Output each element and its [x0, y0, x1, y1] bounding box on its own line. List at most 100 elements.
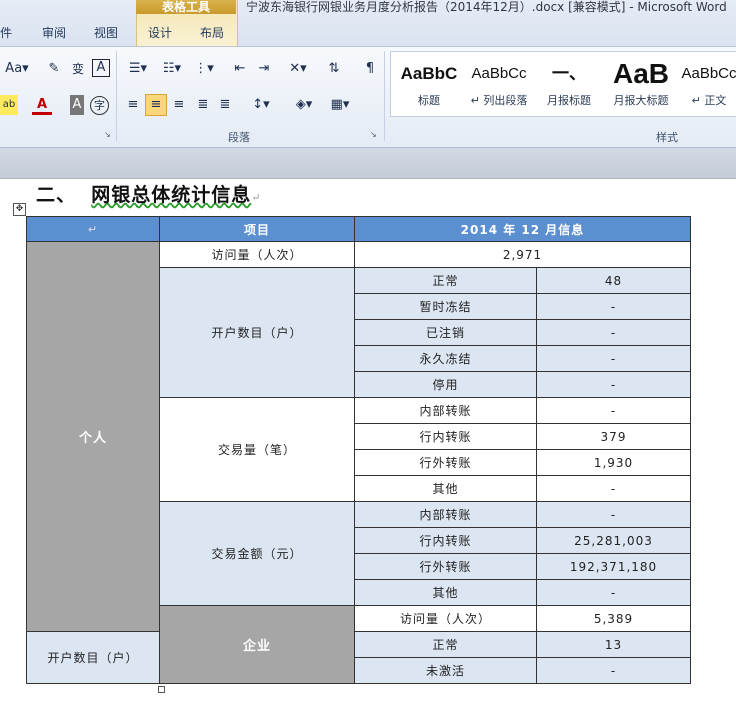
- value-cell[interactable]: 192,371,180: [536, 553, 691, 580]
- bullets-icon[interactable]: ☰▾: [124, 59, 152, 79]
- header-item[interactable]: 项目: [159, 216, 355, 242]
- value-cell[interactable]: -: [536, 579, 691, 606]
- group-label: 企业: [242, 639, 271, 654]
- cell-text: 访问量（人次）: [211, 248, 303, 262]
- sub-label[interactable]: 正常: [354, 267, 537, 294]
- cell-text: 暂时冻结: [419, 300, 472, 314]
- row-label[interactable]: 交易量（笔）: [159, 397, 355, 502]
- sub-label[interactable]: 内部转账: [354, 501, 537, 528]
- cell-value: 13: [604, 637, 623, 652]
- value-cell[interactable]: -: [536, 319, 691, 346]
- style-body[interactable]: AaBbCc ↵ 正文: [681, 56, 736, 114]
- borders-icon[interactable]: ▦▾: [326, 95, 354, 115]
- tab-view[interactable]: 视图: [94, 24, 118, 42]
- tab-file[interactable]: 件: [0, 24, 12, 42]
- context-tab-label: 表格工具: [136, 0, 236, 14]
- value-cell[interactable]: -: [536, 475, 691, 502]
- value-cell[interactable]: 48: [536, 267, 691, 294]
- sub-label[interactable]: 行外转账: [354, 449, 537, 476]
- shading-icon[interactable]: ◈▾: [290, 95, 318, 115]
- row-label[interactable]: 交易金额（元）: [159, 501, 355, 606]
- group-personal[interactable]: 个人: [26, 241, 160, 632]
- value-cell[interactable]: 1,930: [536, 449, 691, 476]
- sub-label[interactable]: 行内转账: [354, 423, 537, 450]
- sort-icon[interactable]: ⇅: [324, 59, 344, 79]
- sub-label[interactable]: 暂时冻结: [354, 293, 537, 320]
- char-shading-button[interactable]: A: [70, 95, 84, 115]
- value-cell[interactable]: -: [536, 397, 691, 424]
- sub-label[interactable]: 正常: [354, 631, 537, 658]
- cell-text: 开户数目（户）: [211, 326, 303, 340]
- cell-text: 交易量（笔）: [217, 443, 296, 457]
- decrease-indent-icon[interactable]: ⇤: [230, 59, 250, 79]
- multilevel-list-icon[interactable]: ⋮▾: [190, 59, 218, 79]
- value-cell[interactable]: 13: [536, 631, 691, 658]
- cell-text: 其他: [432, 482, 459, 496]
- cell-text: 停用: [432, 378, 459, 392]
- font-color-button[interactable]: A: [32, 95, 52, 115]
- sub-label[interactable]: 行内转账: [354, 527, 537, 554]
- value-cell[interactable]: 5,389: [536, 605, 691, 632]
- tab-design[interactable]: 设计: [148, 24, 172, 42]
- sub-label[interactable]: 已注销: [354, 319, 537, 346]
- cell-value: -: [610, 377, 617, 392]
- value-cell[interactable]: 25,281,003: [536, 527, 691, 554]
- sub-label[interactable]: 其他: [354, 475, 537, 502]
- asian-layout-icon[interactable]: ✕▾: [284, 59, 312, 79]
- value-cell[interactable]: -: [536, 657, 691, 684]
- enclose-characters-button[interactable]: 字: [90, 96, 109, 115]
- header-empty-cell[interactable]: ↵: [26, 216, 160, 242]
- value-cell[interactable]: -: [536, 345, 691, 372]
- font-dialog-launcher-icon[interactable]: ↘: [104, 131, 112, 139]
- numbering-icon[interactable]: ☷▾: [158, 59, 186, 79]
- sub-label[interactable]: 未激活: [354, 657, 537, 684]
- align-right-icon[interactable]: ≡: [170, 95, 188, 115]
- align-left-icon[interactable]: ≡: [124, 95, 142, 115]
- row-label[interactable]: 开户数目（户）: [159, 267, 355, 398]
- cell-text: 内部转账: [419, 404, 472, 418]
- sub-label[interactable]: 永久冻结: [354, 345, 537, 372]
- phonetic-guide-icon[interactable]: ✎: [44, 59, 64, 79]
- sub-label[interactable]: 停用: [354, 371, 537, 398]
- distribute-icon[interactable]: ≣: [216, 95, 234, 115]
- show-marks-icon[interactable]: ¶: [360, 59, 380, 79]
- value-cell[interactable]: -: [536, 501, 691, 528]
- tab-layout[interactable]: 布局: [200, 24, 224, 42]
- character-border-icon[interactable]: 变: [68, 59, 88, 79]
- row-label[interactable]: 访问量（人次）: [354, 605, 537, 632]
- group-enterprise[interactable]: 企业: [159, 605, 355, 684]
- highlight-color-button[interactable]: ab: [0, 95, 18, 115]
- change-case-button[interactable]: Aa▾: [4, 59, 30, 79]
- clear-format-button[interactable]: A: [92, 59, 110, 77]
- cell-value: 192,371,180: [569, 559, 658, 574]
- value-cell[interactable]: 379: [536, 423, 691, 450]
- table-resize-handle[interactable]: [158, 686, 165, 693]
- value-cell[interactable]: -: [536, 371, 691, 398]
- line-spacing-icon[interactable]: ↕▾: [248, 95, 274, 115]
- styles-gallery: AaBbC 标题 AaBbCc ↵ 列出段落 一、 月报标题 AaB 月报大标题…: [390, 51, 736, 117]
- value-cell[interactable]: 2,971: [354, 241, 691, 268]
- justify-icon[interactable]: ≣: [194, 95, 212, 115]
- sub-label[interactable]: 内部转账: [354, 397, 537, 424]
- style-report-title[interactable]: 一、 月报标题: [539, 56, 599, 114]
- table-move-handle-icon[interactable]: ✥: [13, 203, 26, 216]
- cell-text: 交易金额（元）: [211, 547, 303, 561]
- row-label[interactable]: 访问量（人次）: [159, 241, 355, 268]
- style-sample: AaBbCc: [471, 65, 527, 82]
- style-list-paragraph[interactable]: AaBbCc ↵ 列出段落: [465, 56, 533, 114]
- section-heading: 二、 网银总体统计信息↵: [36, 180, 261, 207]
- paragraph-dialog-launcher-icon[interactable]: ↘: [370, 131, 378, 139]
- style-heading[interactable]: AaBbC 标题: [393, 56, 465, 114]
- cell-value: -: [610, 585, 617, 600]
- header-info[interactable]: 2014 年 12 月信息: [354, 216, 691, 242]
- cell-text: 其他: [432, 586, 459, 600]
- sub-label[interactable]: 其他: [354, 579, 537, 606]
- value-cell[interactable]: -: [536, 293, 691, 320]
- row-label[interactable]: 开户数目（户）: [26, 631, 160, 684]
- align-center-icon[interactable]: ≡: [145, 94, 167, 116]
- increase-indent-icon[interactable]: ⇥: [254, 59, 274, 79]
- style-name: 月报标题: [547, 94, 591, 107]
- style-report-big-title[interactable]: AaB 月报大标题: [605, 56, 677, 114]
- tab-review[interactable]: 审阅: [42, 24, 66, 42]
- sub-label[interactable]: 行外转账: [354, 553, 537, 580]
